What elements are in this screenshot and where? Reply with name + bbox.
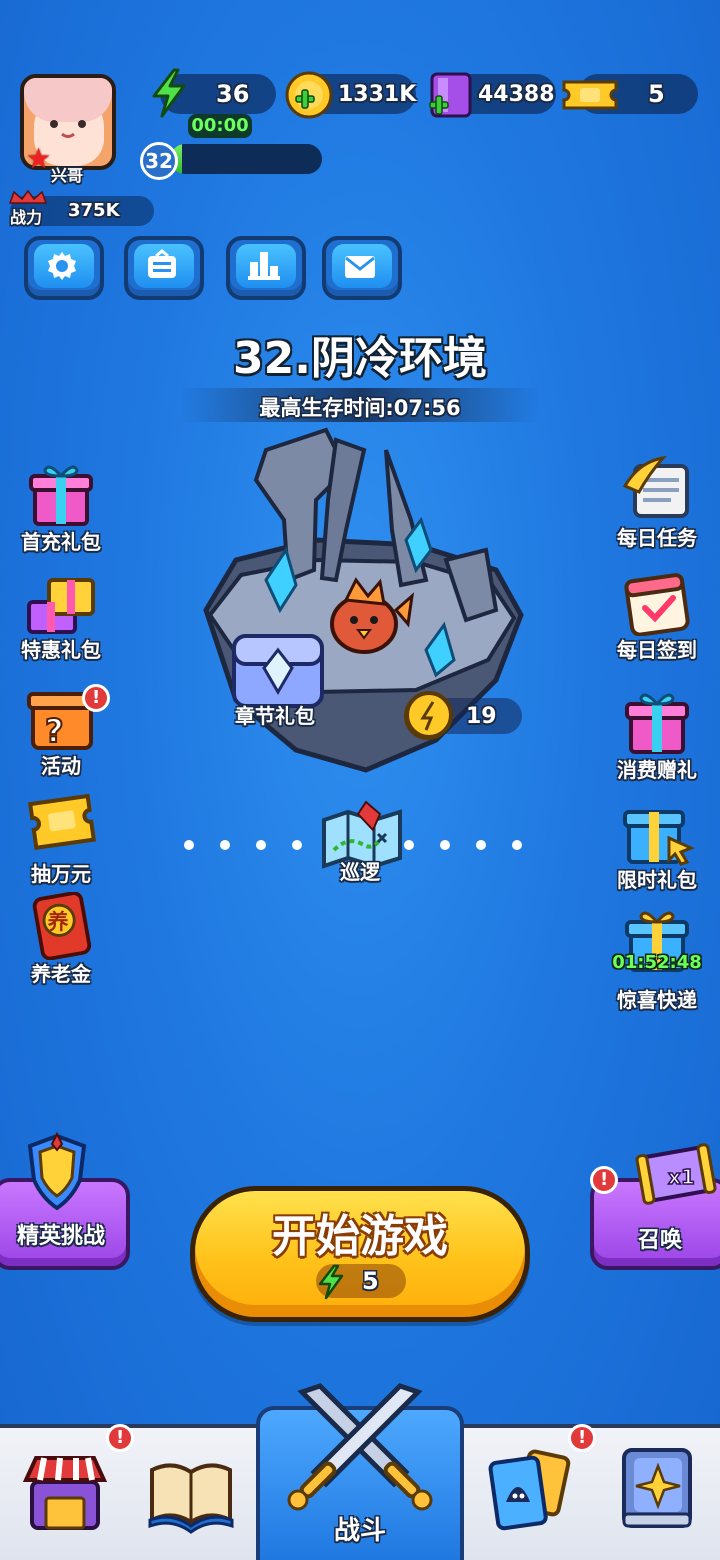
skill-book-tab-icon[interactable] [612,1442,702,1532]
player-level: 32 [140,142,178,180]
shop-tab-icon[interactable] [20,1446,110,1536]
spending-reward-button[interactable]: 消费赠礼 [602,688,712,783]
summon-label: 召唤 [637,1228,682,1253]
lightning-icon [152,68,186,118]
leaderboard-button[interactable] [226,236,306,300]
gold-coin-add-icon[interactable] [284,70,334,120]
gear-icon [48,252,76,280]
notice-button[interactable] [124,236,204,300]
power-value: 375K [68,200,120,221]
summon-scroll-icon: x1 [635,1143,717,1205]
first-recharge-gift-button[interactable]: 首充礼包 [6,460,116,555]
cards-tab-icon[interactable] [484,1446,574,1536]
gift-box-icon [29,465,93,526]
ticket-icon [27,793,97,850]
surprise-delivery-button[interactable]: 01:52:48 惊喜快递 [602,906,712,1013]
calendar-check-icon [624,573,690,637]
energy-timer: 00:00 [188,114,252,138]
elite-challenge-label: 精英挑战 [16,1224,105,1249]
svg-text:?: ? [45,712,64,750]
scroll-quill-icon [622,455,689,518]
patrol-label[interactable]: 巡逻 [320,856,400,885]
first-recharge-gift-label: 首充礼包 [21,530,101,554]
daily-tasks-label: 每日任务 [617,526,697,550]
gift-box-icon [625,693,689,754]
notice-board-icon [148,249,176,278]
gold-ticket-icon [562,80,618,110]
daily-checkin-label: 每日签到 [617,638,697,662]
mail-button[interactable] [322,236,402,300]
settings-button[interactable] [24,236,104,300]
power-label: 战力 [10,208,43,227]
codex-book-tab-icon[interactable] [146,1446,236,1536]
pension-label: 养老金 [31,962,91,986]
ticket-value: 5 [648,80,665,108]
pension-envelope-icon: 养 [32,891,92,961]
gift-stack-icon [27,578,95,634]
crossed-swords-icon [287,1383,433,1511]
player-name: 兴哥 [50,166,83,185]
lottery-label: 抽万元 [31,862,91,886]
purple-gem-add-icon[interactable] [426,70,476,122]
lightning-icon [318,1264,344,1300]
special-offer-gift-button[interactable]: 特惠礼包 [6,568,116,663]
summon-multiplier: x1 [668,1165,695,1189]
leaderboard-icon [248,252,280,280]
crown-icon [8,190,48,204]
pension-char: 养 [47,910,69,934]
mail-icon [345,256,375,278]
pension-button[interactable]: 养 养老金 [6,891,116,987]
gem-value: 44388 [478,82,555,107]
daily-checkin-button[interactable]: 每日签到 [602,568,712,663]
stage-title: 32.阴冷环境 [233,333,487,384]
surprise-delivery-label: 惊喜快递 [617,988,697,1012]
chapter-gift-label[interactable]: 章节礼包 [220,700,330,729]
start-cost-value: 5 [362,1267,379,1295]
events-label: 活动 [41,754,81,778]
gift-cursor-icon [623,810,695,866]
coin-count: 19 [466,704,497,729]
lottery-button[interactable]: 抽万元 [6,792,116,887]
limited-gift-label: 限时礼包 [617,868,697,892]
shield-icon [27,1132,87,1211]
xp-bar [170,144,322,174]
battle-tab-label: 战斗 [333,1516,386,1546]
special-offer-gift-label: 特惠礼包 [21,638,101,662]
spending-reward-label: 消费赠礼 [617,758,697,782]
energy-value: 36 [216,80,250,108]
gold-value: 1331K [338,82,417,107]
start-game-label: 开始游戏 [272,1211,448,1262]
coin-icon [405,691,453,739]
surprise-delivery-timer: 01:52:48 [612,952,702,973]
daily-tasks-button[interactable]: 每日任务 [602,455,712,551]
limited-gift-button[interactable]: 限时礼包 [602,798,712,893]
chapter-chest-icon [232,634,324,708]
